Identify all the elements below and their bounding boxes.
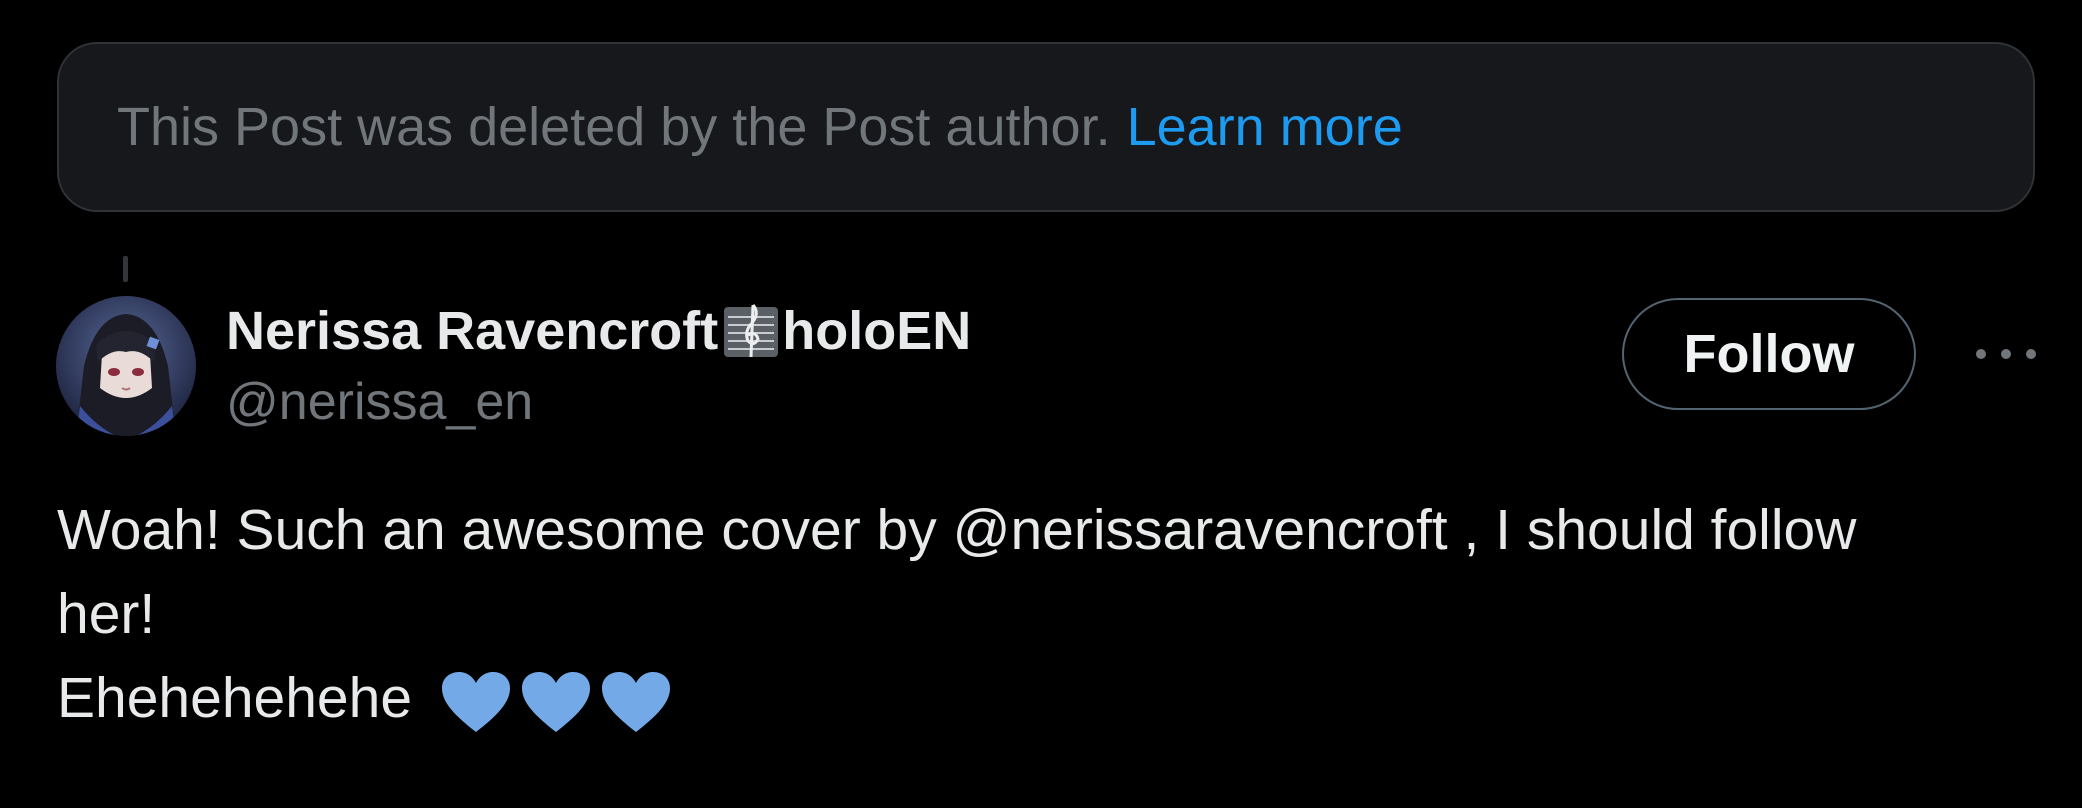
post-text-line-3: Ehehehehehe: [57, 656, 2047, 740]
post-text-line-1: Woah! Such an awesome cover by @nerissar…: [57, 488, 2047, 572]
post-text-line-2: her!: [57, 582, 156, 646]
more-options-icon[interactable]: [1976, 332, 2036, 376]
learn-more-link[interactable]: Learn more: [1127, 96, 1403, 158]
post-text-segment: , I should follow: [1447, 498, 1857, 562]
post-text: Woah! Such an awesome cover by @nerissar…: [57, 488, 2047, 740]
treble-clef-staff-icon: [722, 301, 780, 361]
blue-heart-icon: [600, 670, 672, 734]
post-text-segment: Ehehehehehe: [57, 666, 413, 730]
author-display-name[interactable]: Nerissa Ravencroft holoEN: [226, 300, 971, 362]
more-dot: [2001, 349, 2011, 359]
author-handle[interactable]: @nerissa_en: [226, 372, 533, 432]
author-name-part2: holoEN: [782, 301, 972, 361]
blue-heart-icon: [440, 670, 512, 734]
hearts-group: [440, 670, 672, 734]
deleted-notice-text: This Post was deleted by the Post author…: [117, 97, 1111, 157]
deleted-post-notice: This Post was deleted by the Post author…: [57, 42, 2035, 212]
author-name-part1: Nerissa Ravencroft: [226, 301, 719, 361]
post-text-segment: Woah! Such an awesome cover by: [57, 498, 953, 562]
mention-link[interactable]: @nerissaravencroft: [953, 498, 1448, 562]
blue-heart-icon: [520, 670, 592, 734]
follow-button[interactable]: Follow: [1622, 298, 1916, 410]
more-dot: [2026, 349, 2036, 359]
avatar[interactable]: [56, 296, 196, 436]
thread-connector-line: [123, 256, 128, 282]
avatar-image: [56, 296, 196, 436]
more-dot: [1976, 349, 1986, 359]
